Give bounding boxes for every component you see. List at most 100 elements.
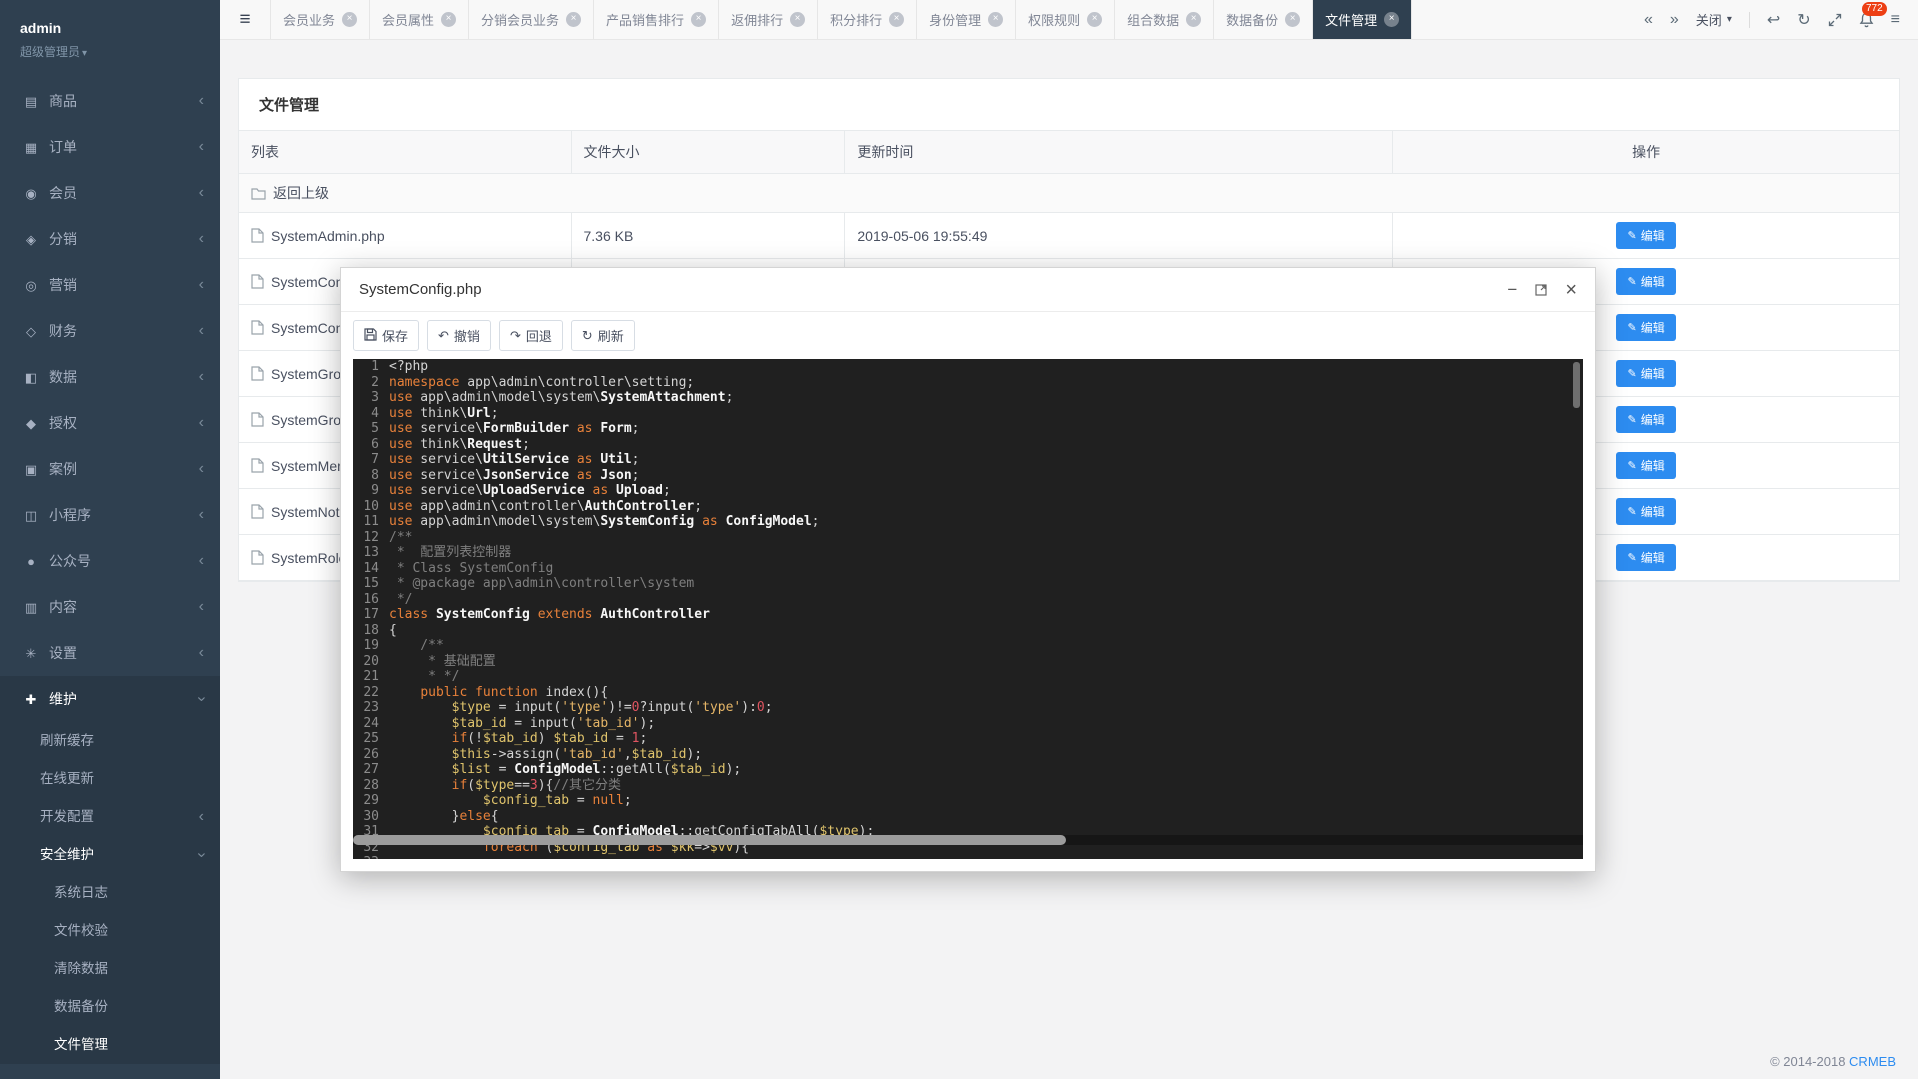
tab-label: 会员属性 <box>382 10 434 29</box>
sidebar-item-refresh-cache[interactable]: 刷新缓存 <box>0 722 220 760</box>
close-icon[interactable]: × <box>1565 280 1577 300</box>
tab-close-icon[interactable]: × <box>1087 12 1102 27</box>
topbar-tab[interactable]: 身份管理× <box>916 0 1015 39</box>
sidebar-item-label: 营销 <box>49 277 77 293</box>
code-line: * @package app\admin\controller\system <box>389 576 694 592</box>
edit-button[interactable]: ✎编辑 <box>1616 406 1675 433</box>
redo-button[interactable]: ↷ 回退 <box>499 320 563 351</box>
notifications-bell[interactable]: 772 <box>1859 12 1874 28</box>
chevron-left-icon: ‹ <box>199 308 204 354</box>
tabs-scroll-right-icon[interactable]: » <box>1670 11 1679 29</box>
sidebar-item-members[interactable]: ◉会员‹ <box>0 170 220 216</box>
sidebar-menu: ▤商品‹▦订单‹◉会员‹◈分销‹◎营销‹◇财务‹◧数据‹◆授权‹▣案例‹◫小程序… <box>0 78 220 1079</box>
sidebar-item-marketing[interactable]: ◎营销‹ <box>0 262 220 308</box>
edit-button[interactable]: ✎编辑 <box>1616 360 1675 387</box>
undo-button[interactable]: ↶ 撤销 <box>427 320 491 351</box>
edit-button[interactable]: ✎编辑 <box>1616 222 1675 249</box>
sidebar-item-auth[interactable]: ◆授权‹ <box>0 400 220 446</box>
tab-close-icon[interactable]: × <box>1285 12 1300 27</box>
save-button[interactable]: 保存 <box>353 320 419 351</box>
sidebar-item-label: 安全维护 <box>40 847 94 862</box>
code-line: $type = input('type')!=0?input('type'):0… <box>389 700 773 716</box>
back-icon[interactable]: ↩ <box>1767 10 1780 30</box>
tabs-scroll-left-icon[interactable]: « <box>1644 11 1653 29</box>
sidebar-item-data[interactable]: ◧数据‹ <box>0 354 220 400</box>
sidebar-item-data-backup[interactable]: 数据备份 <box>0 988 220 1026</box>
maximize-icon[interactable] <box>1535 284 1547 296</box>
fullscreen-icon[interactable] <box>1828 13 1842 27</box>
tab-close-icon[interactable]: × <box>441 12 456 27</box>
line-number: 13 <box>353 545 389 561</box>
crmeb-link[interactable]: CRMEB <box>1849 1054 1896 1069</box>
edit-button[interactable]: ✎编辑 <box>1616 452 1675 479</box>
topbar-tab[interactable]: 权限规则× <box>1015 0 1114 39</box>
sidebar-item-cases[interactable]: ▣案例‹ <box>0 446 220 492</box>
tab-close-icon[interactable]: × <box>889 12 904 27</box>
topbar-tab[interactable]: 数据备份 × <box>1213 0 1312 39</box>
tab-close-icon[interactable]: × <box>566 12 581 27</box>
undo-icon: ↶ <box>438 328 449 344</box>
sidebar-item-online-update[interactable]: 在线更新 <box>0 760 220 798</box>
sidebar-item-security-maintenance[interactable]: 安全维护‹ <box>0 836 220 874</box>
sidebar-item-orders[interactable]: ▦订单‹ <box>0 124 220 170</box>
tab-close-icon[interactable]: × <box>988 12 1003 27</box>
edit-button[interactable]: ✎编辑 <box>1616 498 1675 525</box>
sidebar-item-goods[interactable]: ▤商品‹ <box>0 78 220 124</box>
chevron-left-icon: ‹ <box>199 124 204 170</box>
chevron-left-icon: ‹ <box>199 538 204 584</box>
topbar-tab[interactable]: 产品销售排行× <box>593 0 718 39</box>
tab-label: 数据备份 <box>1226 10 1278 29</box>
sidebar-item-clear-data[interactable]: 清除数据 <box>0 950 220 988</box>
sidebar-item-label: 清除数据 <box>54 961 108 976</box>
file-icon <box>251 412 264 427</box>
line-number: 19 <box>353 638 389 654</box>
up-level-row[interactable]: 返回上级 <box>239 174 1899 213</box>
topbar-tab[interactable]: 会员业务× <box>270 0 369 39</box>
modal-header[interactable]: SystemConfig.php − × <box>341 268 1595 312</box>
file-icon <box>251 366 264 381</box>
close-tabs-dropdown[interactable]: 关闭▾ <box>1696 10 1732 29</box>
hamburger-icon[interactable]: ≡ <box>220 0 270 39</box>
sidebar-item-official-account[interactable]: ●公众号‹ <box>0 538 220 584</box>
topbar-tab[interactable]: 分销会员业务× <box>468 0 593 39</box>
sidebar-item-system-log[interactable]: 系统日志 <box>0 874 220 912</box>
tab-close-icon[interactable]: × <box>342 12 357 27</box>
code-editor[interactable]: 1<?php2namespace app\admin\controller\se… <box>353 359 1583 859</box>
message-list-icon[interactable]: ≡ <box>1891 11 1900 29</box>
refresh-code-button[interactable]: ↻ 刷新 <box>571 320 635 351</box>
minimize-icon[interactable]: − <box>1507 281 1517 298</box>
tab-close-icon[interactable]: × <box>1384 12 1399 27</box>
sidebar-item-file-verify[interactable]: 文件校验 <box>0 912 220 950</box>
sidebar-item-settings[interactable]: ✳设置‹ <box>0 630 220 676</box>
tab-close-icon[interactable]: × <box>1186 12 1201 27</box>
line-number: 24 <box>353 716 389 732</box>
topbar-tab[interactable]: 文件管理× <box>1312 0 1412 39</box>
tab-close-icon[interactable]: × <box>691 12 706 27</box>
sidebar-item-miniprogram[interactable]: ◫小程序‹ <box>0 492 220 538</box>
editor-vscrollbar-thumb[interactable] <box>1573 362 1580 408</box>
edit-button[interactable]: ✎编辑 <box>1616 544 1675 571</box>
line-number: 6 <box>353 437 389 453</box>
tab-close-icon[interactable]: × <box>790 12 805 27</box>
user-role-dropdown[interactable]: 超级管理员▾ <box>20 43 200 60</box>
chevron-left-icon: ‹ <box>199 262 204 308</box>
edit-button[interactable]: ✎编辑 <box>1616 314 1675 341</box>
sidebar-item-content[interactable]: ▥内容‹ <box>0 584 220 630</box>
topbar-tab[interactable]: 会员属性 × <box>369 0 468 39</box>
sidebar-item-maintenance[interactable]: ✚维护‹ <box>0 676 220 722</box>
modal-body: 1<?php2namespace app\admin\controller\se… <box>341 359 1595 871</box>
topbar-tab[interactable]: 返佣排行× <box>718 0 817 39</box>
editor-hscrollbar-thumb[interactable] <box>353 835 1066 845</box>
code-line: /** <box>389 530 412 546</box>
edit-button[interactable]: ✎编辑 <box>1616 268 1675 295</box>
file-name: SystemAdmin.php <box>271 228 385 244</box>
sidebar-item-finance[interactable]: ◇财务‹ <box>0 308 220 354</box>
topbar-tab[interactable]: 组合数据× <box>1114 0 1213 39</box>
sidebar: admin 超级管理员▾ ▤商品‹▦订单‹◉会员‹◈分销‹◎营销‹◇财务‹◧数据… <box>0 0 220 1079</box>
topbar-tab[interactable]: 积分排行× <box>817 0 916 39</box>
sidebar-item-distribution[interactable]: ◈分销‹ <box>0 216 220 262</box>
refresh-icon[interactable]: ↻ <box>1797 10 1810 30</box>
sidebar-item-dev-config[interactable]: 开发配置‹ <box>0 798 220 836</box>
data-icon: ◧ <box>22 355 40 401</box>
sidebar-item-file-manage[interactable]: 文件管理 <box>0 1026 220 1064</box>
